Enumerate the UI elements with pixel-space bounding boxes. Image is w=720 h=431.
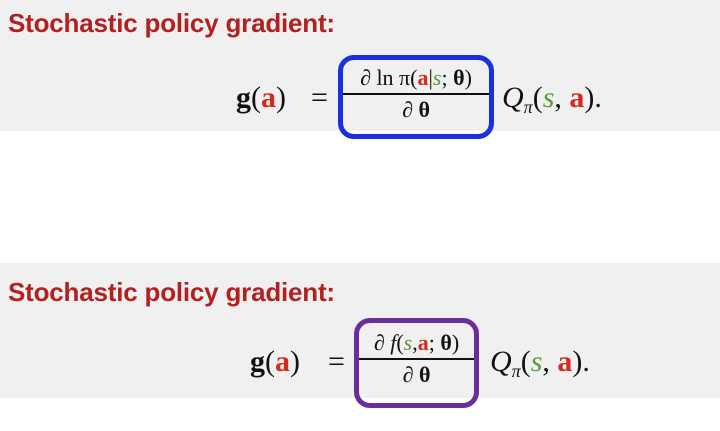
action-symbol: a [261,81,276,114]
section-1-equals: = [311,81,328,114]
paren: ( [265,345,275,378]
paren: ( [532,81,543,114]
section-2-highlight-box [354,318,479,408]
separator: , [554,81,570,114]
state-symbol: s [530,345,543,378]
q-symbol: Q [502,81,524,114]
section-2-equals: = [328,345,345,378]
paren: ( [251,81,261,114]
paren: ) [276,81,286,114]
separator: , [542,345,558,378]
action-symbol: a [557,345,573,378]
state-symbol: s [542,81,555,114]
paren: ( [520,345,531,378]
section-1-lhs: g(a) [236,81,286,115]
paren: ). [584,81,602,114]
gradient-function: g [250,345,265,378]
section-1-highlight-box [338,55,494,139]
section-1-heading: Stochastic policy gradient: [8,8,335,38]
action-symbol: a [569,81,585,114]
section-2-lhs: g(a) [250,345,300,379]
paren: ) [290,345,300,378]
pi-subscript: π [511,361,521,381]
action-symbol: a [275,345,290,378]
paren: ). [572,345,590,378]
section-2-heading: Stochastic policy gradient: [8,277,335,307]
q-symbol: Q [490,345,512,378]
gradient-function: g [236,81,251,114]
section-1-q-term: Qπ(s, a). [502,81,602,118]
section-2-q-term: Qπ(s, a). [490,345,590,382]
pi-subscript: π [523,97,533,117]
